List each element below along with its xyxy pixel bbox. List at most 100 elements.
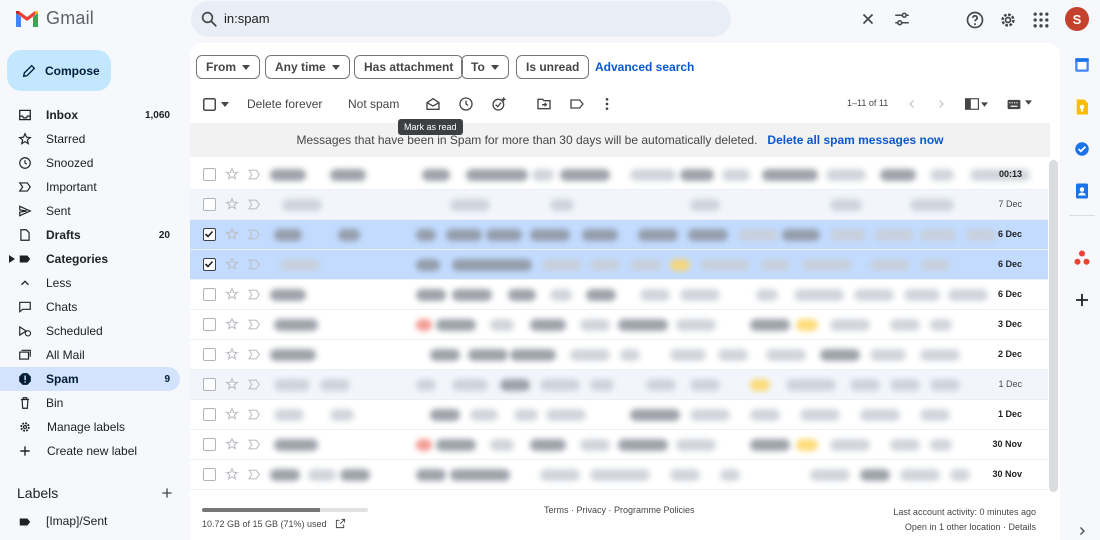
delete-forever-button[interactable]: Delete forever — [247, 97, 322, 111]
sidebar-item-inbox[interactable]: Inbox 1,060 — [0, 103, 180, 127]
apps-grid-icon[interactable] — [1031, 10, 1051, 30]
sidebar-item-chats[interactable]: Chats — [0, 295, 180, 319]
star-icon[interactable] — [225, 257, 239, 271]
sidebar-item-less[interactable]: Less — [0, 271, 180, 295]
expand-panel-chevron-icon[interactable] — [1076, 525, 1088, 537]
search-bar[interactable]: in:spam — [191, 1, 909, 37]
email-row[interactable]: 1 Dec — [190, 400, 1048, 430]
important-marker-icon[interactable] — [248, 409, 261, 420]
sidebar-item-bin[interactable]: Bin — [0, 391, 180, 415]
email-row[interactable]: 30 Nov — [190, 430, 1048, 460]
email-row[interactable]: 00:13 — [190, 160, 1048, 190]
account-avatar[interactable]: S — [1065, 7, 1089, 31]
more-vert-icon[interactable] — [599, 96, 615, 112]
email-row[interactable]: 30 Nov — [190, 460, 1048, 490]
input-tools-icon[interactable] — [1007, 99, 1021, 110]
star-icon[interactable] — [225, 227, 239, 241]
compose-button[interactable]: Compose — [7, 50, 111, 91]
row-checkbox[interactable] — [203, 438, 216, 451]
row-checkbox[interactable] — [203, 318, 216, 331]
move-to-folder-icon[interactable] — [536, 96, 552, 112]
row-checkbox[interactable] — [203, 198, 216, 211]
row-checkbox[interactable] — [203, 348, 216, 361]
star-icon[interactable] — [225, 437, 239, 451]
tasks-icon[interactable] — [1073, 140, 1091, 158]
star-icon[interactable] — [225, 347, 239, 361]
email-row[interactable]: 2 Dec — [190, 340, 1048, 370]
sidebar-item-starred[interactable]: Starred — [0, 127, 180, 151]
search-icon[interactable] — [200, 10, 218, 28]
email-row[interactable]: 1 Dec — [190, 370, 1048, 400]
important-marker-icon[interactable] — [248, 319, 261, 330]
caret-down-icon[interactable] — [1025, 100, 1032, 105]
important-marker-icon[interactable] — [248, 169, 261, 180]
sidebar-item-sent[interactable]: Sent — [0, 199, 180, 223]
email-row[interactable]: 7 Dec — [190, 190, 1048, 220]
row-checkbox[interactable] — [203, 468, 216, 481]
email-row[interactable]: 6 Dec — [190, 250, 1048, 280]
filter-to[interactable]: To — [461, 55, 509, 79]
star-icon[interactable] — [225, 287, 239, 301]
email-row[interactable]: 6 Dec — [190, 280, 1048, 310]
search-input[interactable]: in:spam — [224, 11, 270, 26]
filter-is-unread[interactable]: Is unread — [516, 55, 590, 79]
label-item-imap-sent[interactable]: [Imap]/Sent — [0, 510, 180, 532]
split-pane-icon[interactable] — [965, 98, 979, 110]
sidebar-item-all-mail[interactable]: All Mail — [0, 343, 180, 367]
important-marker-icon[interactable] — [248, 379, 261, 390]
chevron-left-icon[interactable] — [906, 98, 918, 110]
not-spam-button[interactable]: Not spam — [348, 97, 399, 111]
important-marker-icon[interactable] — [248, 199, 261, 210]
clear-search-icon[interactable] — [859, 10, 877, 28]
gmail-logo[interactable]: Gmail — [14, 8, 94, 29]
important-marker-icon[interactable] — [248, 259, 261, 270]
row-checkbox[interactable] — [203, 378, 216, 391]
email-row[interactable]: 6 Dec — [190, 220, 1048, 250]
star-icon[interactable] — [225, 467, 239, 481]
star-icon[interactable] — [225, 317, 239, 331]
row-checkbox[interactable] — [203, 408, 216, 421]
addon-icon[interactable] — [1073, 249, 1091, 267]
row-checkbox[interactable] — [203, 168, 216, 181]
sidebar-item-scheduled[interactable]: Scheduled — [0, 319, 180, 343]
filter-any-time[interactable]: Any time — [265, 55, 350, 79]
label-tag-icon[interactable] — [569, 96, 585, 112]
settings-gear-icon[interactable] — [998, 10, 1018, 30]
important-marker-icon[interactable] — [248, 469, 261, 480]
sidebar-item-snoozed[interactable]: Snoozed — [0, 151, 180, 175]
important-marker-icon[interactable] — [248, 439, 261, 450]
filter-has-attachment[interactable]: Has attachment — [354, 55, 464, 79]
sidebar-item-create-label[interactable]: Create new label — [0, 439, 180, 463]
sidebar-item-spam[interactable]: Spam 9 — [0, 367, 180, 391]
add-to-tasks-icon[interactable] — [491, 96, 507, 112]
important-marker-icon[interactable] — [248, 229, 261, 240]
sidebar-item-categories[interactable]: Categories — [0, 247, 180, 271]
caret-right-icon[interactable] — [9, 255, 15, 263]
footer-links[interactable]: Terms · Privacy · Programme Policies — [544, 505, 695, 515]
keep-notes-icon[interactable] — [1073, 98, 1091, 116]
row-checkbox[interactable] — [203, 288, 216, 301]
star-icon[interactable] — [225, 197, 239, 211]
support-icon[interactable] — [965, 10, 985, 30]
mark-as-read-icon[interactable] — [425, 96, 441, 112]
sidebar-item-manage-labels[interactable]: Manage labels — [0, 415, 180, 439]
search-options-icon[interactable] — [893, 10, 911, 28]
caret-down-icon[interactable] — [221, 102, 229, 107]
calendar-icon[interactable] — [1073, 56, 1091, 74]
sidebar-item-drafts[interactable]: Drafts 20 — [0, 223, 180, 247]
star-icon[interactable] — [225, 167, 239, 181]
filter-from[interactable]: From — [196, 55, 260, 79]
email-list-scrollbar[interactable] — [1049, 160, 1058, 492]
advanced-search-link[interactable]: Advanced search — [595, 60, 694, 74]
other-location-text[interactable]: Open in 1 other location · Details — [893, 520, 1036, 535]
caret-down-icon[interactable] — [981, 102, 988, 107]
star-icon[interactable] — [225, 377, 239, 391]
sidebar-item-important[interactable]: Important — [0, 175, 180, 199]
chevron-right-icon[interactable] — [935, 98, 947, 110]
row-checkbox[interactable] — [203, 228, 216, 241]
email-row[interactable]: 3 Dec — [190, 310, 1048, 340]
get-addons-plus-icon[interactable] — [1073, 291, 1091, 309]
important-marker-icon[interactable] — [248, 349, 261, 360]
add-label-icon[interactable] — [159, 485, 175, 501]
delete-all-spam-link[interactable]: Delete all spam messages now — [767, 133, 943, 147]
